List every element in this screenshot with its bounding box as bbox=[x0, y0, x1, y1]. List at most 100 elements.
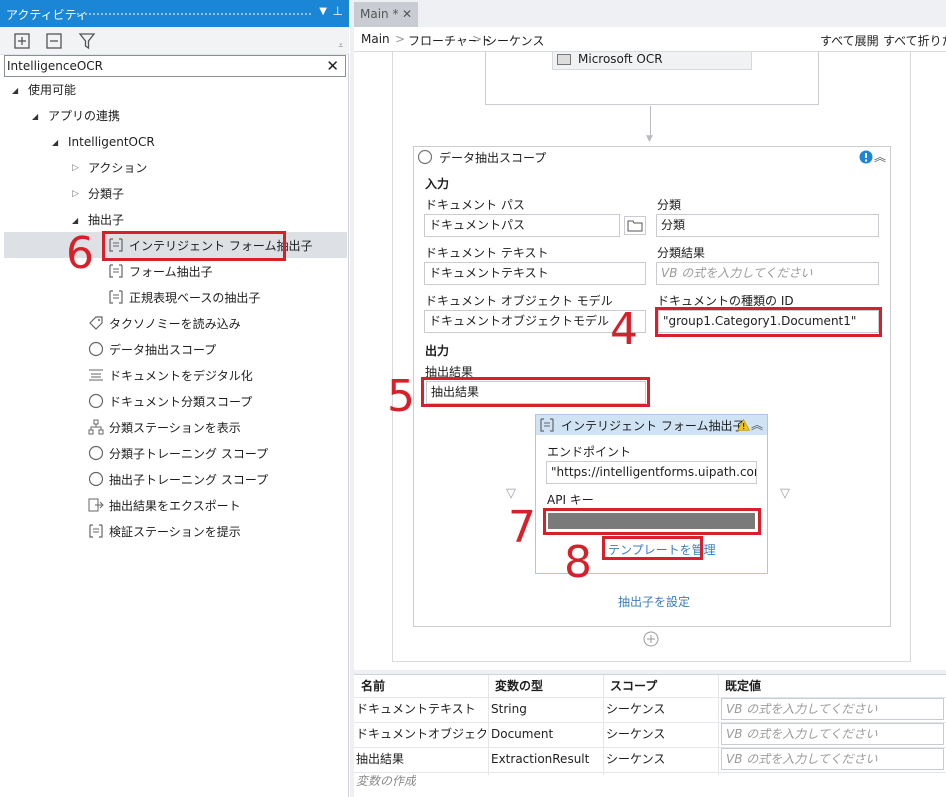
variable-scope[interactable]: シーケンス bbox=[606, 697, 665, 722]
export-icon bbox=[88, 498, 104, 512]
column-header-scope[interactable]: スコープ bbox=[610, 675, 657, 697]
annotation-box-5 bbox=[421, 377, 650, 407]
column-divider bbox=[718, 675, 719, 775]
extractor-icon bbox=[540, 418, 554, 432]
tree-item-available[interactable]: 使用可能 bbox=[28, 77, 76, 103]
scope-circle-icon bbox=[88, 471, 104, 487]
collapsed-arrow-icon[interactable]: ▷ bbox=[72, 163, 79, 173]
variable-name[interactable]: ドキュメントオブジェクトモデル bbox=[356, 722, 486, 747]
classification-label: 分類 bbox=[657, 198, 682, 212]
column-header-type[interactable]: 変数の型 bbox=[495, 675, 543, 697]
configure-extractors-link[interactable]: 抽出子を設定 bbox=[618, 593, 690, 610]
variable-type[interactable]: Document bbox=[491, 722, 553, 747]
variable-scope[interactable]: シーケンス bbox=[606, 722, 665, 747]
variable-type[interactable]: ExtractionResult bbox=[491, 747, 589, 772]
activities-toolbar: ⩡ bbox=[0, 27, 349, 55]
breadcrumb-sequence[interactable]: シーケンス bbox=[485, 32, 544, 49]
pin-icon[interactable]: ⊥ bbox=[333, 4, 343, 18]
endpoint-label: エンドポイント bbox=[547, 445, 632, 459]
warning-icon[interactable] bbox=[737, 419, 750, 431]
breadcrumb-main[interactable]: Main bbox=[361, 32, 390, 46]
scope-circle-icon bbox=[417, 149, 433, 165]
annotation-box-7 bbox=[543, 508, 761, 535]
designer-canvas: Microsoft OCR ▼ データ抽出スコープ ︽ 入力 ドキュメント パス… bbox=[354, 52, 946, 670]
document-text-field[interactable]: ドキュメントテキスト bbox=[424, 262, 646, 285]
variable-scope[interactable]: シーケンス bbox=[606, 747, 665, 772]
previous-activity-box: Microsoft OCR bbox=[485, 52, 819, 105]
annotation-box-4 bbox=[655, 307, 882, 337]
annotation-box-8 bbox=[602, 536, 703, 560]
activities-search-input[interactable]: IntelligenceOCR ✕ bbox=[4, 55, 346, 77]
annotation-number-4: 4 bbox=[610, 304, 638, 355]
extractor-icon bbox=[109, 264, 123, 278]
tree-item-export-extraction-results[interactable]: 抽出結果をエクスポート bbox=[109, 493, 241, 519]
toolbar-overflow-icon[interactable]: ⩡ bbox=[338, 41, 343, 51]
tree-item-train-classifiers-scope[interactable]: 分類子トレーニング スコープ bbox=[109, 441, 268, 467]
activities-panel-header: アクティビティ ▼ ⊥ bbox=[0, 0, 349, 27]
panel-drag-grip[interactable] bbox=[76, 12, 313, 16]
expand-all-icon[interactable] bbox=[12, 31, 32, 51]
document-path-field[interactable]: ドキュメントパス bbox=[424, 214, 620, 237]
create-variable-link[interactable]: 変数の作成 bbox=[356, 769, 416, 794]
tree-item-form-extractor[interactable]: フォーム抽出子 bbox=[129, 259, 213, 285]
filter-icon[interactable] bbox=[77, 31, 97, 51]
extractor-icon bbox=[109, 290, 123, 304]
tab-close-icon[interactable]: ✕ bbox=[402, 7, 412, 21]
tree-item-classify-document-scope[interactable]: ドキュメント分類スコープ bbox=[109, 389, 252, 415]
collapse-all-icon[interactable] bbox=[44, 31, 64, 51]
output-header: 出力 bbox=[425, 344, 450, 358]
activities-panel: アクティビティ ▼ ⊥ ⩡ IntelligenceOCR ✕ ◢ 使用可能 ◢… bbox=[0, 0, 349, 797]
variable-default-field[interactable]: VB の式を入力してください bbox=[721, 723, 944, 745]
collapse-chevron-icon[interactable]: ︽ bbox=[751, 416, 763, 433]
expanded-arrow-icon[interactable]: ◢ bbox=[72, 216, 78, 225]
tree-item-intelligent-ocr[interactable]: IntelligentOCR bbox=[68, 129, 155, 155]
expanded-arrow-icon[interactable]: ◢ bbox=[52, 138, 58, 147]
tree-item-present-classification-station[interactable]: 分類ステーションを表示 bbox=[109, 415, 241, 441]
collapsed-arrow-icon[interactable]: ▷ bbox=[72, 189, 79, 199]
collapse-all-link[interactable]: すべて折りたたむ bbox=[883, 32, 946, 49]
tree-item-regex-extractor[interactable]: 正規表現ベースの抽出子 bbox=[129, 285, 260, 311]
folder-icon[interactable] bbox=[624, 216, 646, 235]
tab-main[interactable]: Main * ✕ bbox=[354, 2, 418, 27]
expand-all-link[interactable]: すべて展開 bbox=[820, 32, 879, 49]
info-icon[interactable] bbox=[859, 150, 873, 164]
annotation-number-7: 7 bbox=[508, 502, 536, 553]
tree-item-digitize-document[interactable]: ドキュメントをデジタル化 bbox=[109, 363, 253, 389]
column-header-default[interactable]: 既定値 bbox=[725, 675, 761, 697]
tree-item-present-validation-station[interactable]: 検証ステーションを提示 bbox=[109, 519, 241, 545]
expanded-arrow-icon[interactable]: ◢ bbox=[12, 86, 18, 95]
column-header-name[interactable]: 名前 bbox=[361, 675, 385, 697]
tree-item-load-taxonomy[interactable]: タクソノミーを読み込み bbox=[109, 311, 241, 337]
clear-search-icon[interactable]: ✕ bbox=[326, 57, 339, 75]
endpoint-field[interactable]: "https://intelligentforms.uipath.com/" bbox=[546, 461, 757, 484]
tab-main-label: Main * bbox=[360, 7, 399, 21]
microsoft-ocr-activity[interactable]: Microsoft OCR bbox=[552, 52, 752, 70]
scope-title: データ抽出スコープ bbox=[439, 151, 547, 165]
tree-item-train-extractors-scope[interactable]: 抽出子トレーニング スコープ bbox=[109, 467, 268, 493]
scope-circle-icon bbox=[88, 393, 104, 409]
tree-item-actions[interactable]: アクション bbox=[88, 155, 147, 181]
tree-item-app-integration[interactable]: アプリの連携 bbox=[48, 103, 120, 129]
column-divider bbox=[488, 675, 489, 775]
ocr-icon bbox=[557, 54, 571, 65]
tree-item-classifiers[interactable]: 分類子 bbox=[88, 181, 124, 207]
classification-result-field[interactable]: VB の式を入力してください bbox=[656, 262, 879, 285]
breadcrumb: Main > フローチャート > シーケンス すべて展開 すべて折りたたむ bbox=[354, 27, 946, 52]
collapse-chevron-icon[interactable]: ︽ bbox=[874, 148, 886, 165]
scope-circle-icon bbox=[88, 341, 104, 357]
annotation-box-6 bbox=[102, 231, 286, 261]
tree-item-data-extraction-scope[interactable]: データ抽出スコープ bbox=[109, 337, 216, 363]
drop-right-arrow-icon: ▽ bbox=[780, 486, 790, 501]
variables-panel: 名前 変数の型 スコープ 既定値 ドキュメントテキスト String シーケンス… bbox=[354, 674, 946, 797]
variable-default-field[interactable]: VB の式を入力してください bbox=[721, 698, 944, 720]
expanded-arrow-icon[interactable]: ◢ bbox=[32, 112, 38, 121]
variable-default-field[interactable]: VB の式を入力してください bbox=[721, 748, 944, 770]
variable-type[interactable]: String bbox=[491, 697, 527, 722]
connector-arrow-icon: ▼ bbox=[646, 134, 653, 144]
add-activity-icon[interactable] bbox=[643, 631, 659, 647]
classification-field[interactable]: 分類 bbox=[656, 214, 879, 237]
search-text: IntelligenceOCR bbox=[7, 59, 103, 73]
panel-dropdown-icon[interactable]: ▼ bbox=[319, 6, 327, 17]
variable-name[interactable]: ドキュメントテキスト bbox=[356, 697, 486, 722]
api-key-label: API キー bbox=[547, 493, 594, 507]
